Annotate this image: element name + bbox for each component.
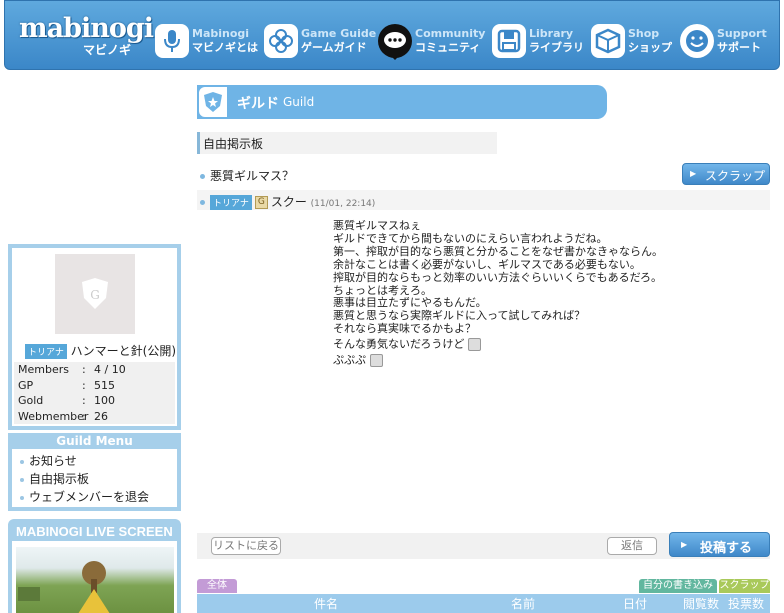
guild-title-en: Guild — [283, 95, 315, 109]
column-name[interactable]: 名前 — [511, 595, 535, 612]
column-date[interactable]: 日付 — [623, 595, 647, 612]
guild-shield-icon — [197, 85, 229, 119]
stat-value: 4 / 10 — [94, 363, 126, 376]
nav-community[interactable]: Community コミュニティ — [378, 21, 485, 61]
emoticon-icon — [467, 338, 481, 352]
nav-jp-label: ゲームガイド — [301, 41, 367, 54]
site-header: mabinogi マビノギ Mabinogi マビノギとは Game Guide ゲ… — [4, 0, 780, 70]
nav-en-label: Community — [415, 27, 486, 40]
server-tag: トリアナ — [25, 344, 67, 359]
bullet-icon — [200, 174, 205, 179]
nav-game-guide[interactable]: Game Guide ゲームガイド — [264, 21, 376, 61]
guild-menu-label: ウェブメンバーを退会 — [29, 490, 150, 504]
logo-main-text: mabinogi — [19, 13, 154, 44]
board-name: 自由掲示板 — [197, 132, 497, 154]
post-button[interactable]: 投稿する — [669, 532, 770, 557]
nav-en-label: Library — [529, 27, 574, 40]
post-author[interactable]: スクー — [271, 195, 307, 209]
stat-value: 26 — [94, 409, 108, 423]
bullet-icon — [20, 477, 24, 482]
nav-jp-label: コミュニティ — [415, 41, 481, 54]
bullet-icon — [20, 495, 24, 500]
column-views[interactable]: 閲覧数 — [683, 595, 719, 612]
guild-menu-item-board[interactable]: 自由掲示板 — [20, 470, 177, 488]
guild-menu: Guild Menu お知らせ 自由掲示板 ウェブメンバーを退会 — [8, 433, 181, 511]
back-to-list-button[interactable]: リストに戻る — [211, 537, 281, 555]
stat-key: GP — [18, 378, 34, 392]
guild-menu-item-notice[interactable]: お知らせ — [20, 452, 177, 470]
nav-support[interactable]: Support サポート — [680, 21, 767, 61]
svg-text:G: G — [90, 288, 100, 302]
post-line: そんな勇気ないだろうけど — [333, 337, 465, 351]
nav-en-label: Mabinogi — [192, 27, 250, 40]
guild-name: トリアナ ハンマーと針(公開) — [25, 342, 176, 359]
logo-sub-text: マビノギ — [82, 43, 131, 57]
post-line: それなら真実味でるかもよ？ — [333, 322, 476, 336]
nav-shop[interactable]: Shop ショップ — [591, 21, 672, 61]
stat-value: 515 — [94, 378, 115, 392]
guild-name-text: ハンマーと針(公開) — [70, 344, 177, 358]
post-line: 悪質ギルマスねぇ — [333, 219, 421, 232]
nav-jp-label: ライブラリ — [529, 41, 584, 54]
nav-jp-label: サポート — [717, 41, 761, 54]
list-header: 件名 名前 日付 閲覧数 投票数 — [197, 594, 770, 613]
speech-bubble-icon — [378, 24, 412, 60]
box-icon — [591, 24, 625, 58]
microphone-icon — [155, 24, 189, 58]
post-subject: 悪質ギルマス？ — [200, 167, 294, 184]
tab-all[interactable]: 全体 — [197, 579, 237, 593]
post-line: 余計なことは書く必要がないし、ギルマスである必要もない。 — [333, 257, 641, 271]
stat-key: Webmember — [18, 409, 89, 423]
stat-value: 100 — [94, 394, 115, 407]
server-tag: トリアナ — [210, 195, 252, 210]
guild-emblem: G — [55, 254, 135, 334]
nav-en-label: Shop — [628, 27, 660, 40]
stat-key: Gold — [18, 394, 44, 407]
guild-icon: G — [254, 196, 268, 209]
guild-info-box: G トリアナ ハンマーと針(公開) Members:4 / 10 GP:515 … — [8, 244, 181, 430]
column-subject[interactable]: 件名 — [314, 595, 338, 612]
post-line: 搾取が目的ならもっと効率のいい方法ぐらいいくらでもあるだろ。 — [333, 270, 663, 284]
guild-title-jp: ギルド — [237, 96, 279, 112]
column-votes[interactable]: 投票数 — [728, 595, 764, 612]
post-line: ぷぷぷ — [333, 353, 366, 367]
emoticon-icon — [369, 353, 383, 367]
guild-menu-label: 自由掲示板 — [29, 472, 90, 486]
live-screen-title: MABINOGI LIVE SCREEN — [12, 523, 177, 541]
mabinogi-logo[interactable]: mabinogi マビノギ — [19, 13, 154, 63]
tab-scrap[interactable]: スクラップ — [719, 579, 770, 593]
bullet-icon — [20, 459, 24, 464]
nav-en-label: Support — [717, 27, 767, 40]
live-screen-image[interactable] — [16, 547, 174, 613]
post-body: 悪質ギルマスねぇ ギルドできてから間もないのにえらい言われようだね。 第一、搾取… — [333, 219, 753, 367]
guild-title-bar: ギルド Guild — [197, 85, 607, 119]
post-author-bar: トリアナ G スクー (11/01, 22:14) — [197, 190, 770, 210]
nav-jp-label: マビノギとは — [192, 41, 258, 54]
nav-library[interactable]: Library ライブラリ — [492, 21, 584, 61]
post-line: 第一、搾取が目的なら悪質と分かることをなぜ書かなきゃならん。 — [333, 244, 663, 258]
bullet-icon — [200, 200, 205, 205]
guild-stats: Members:4 / 10 GP:515 Gold:100 Webmember… — [14, 362, 175, 424]
nav-mabinogi[interactable]: Mabinogi マビノギとは — [155, 21, 258, 61]
reply-button[interactable]: 返信 — [607, 537, 657, 555]
post-line: ギルドできてから間もないのにえらい言われようだね。 — [333, 231, 608, 245]
smile-icon — [680, 24, 714, 58]
guild-menu-label: お知らせ — [29, 454, 77, 468]
guild-menu-title: Guild Menu — [12, 435, 177, 449]
live-screen-box: MABINOGI LIVE SCREEN — [8, 519, 181, 613]
post-date: (11/01, 22:14) — [310, 199, 376, 209]
nav-en-label: Game Guide — [301, 27, 377, 40]
guild-menu-item-withdraw[interactable]: ウェブメンバーを退会 — [20, 488, 177, 506]
nav-jp-label: ショップ — [628, 41, 672, 54]
tab-my-posts[interactable]: 自分の書き込み — [639, 579, 717, 593]
flower-icon — [264, 24, 298, 58]
post-subject-text: 悪質ギルマス？ — [210, 169, 295, 183]
stat-key: Members — [18, 363, 69, 376]
floppy-icon — [492, 24, 526, 58]
scrap-button[interactable]: スクラップ — [682, 163, 770, 185]
